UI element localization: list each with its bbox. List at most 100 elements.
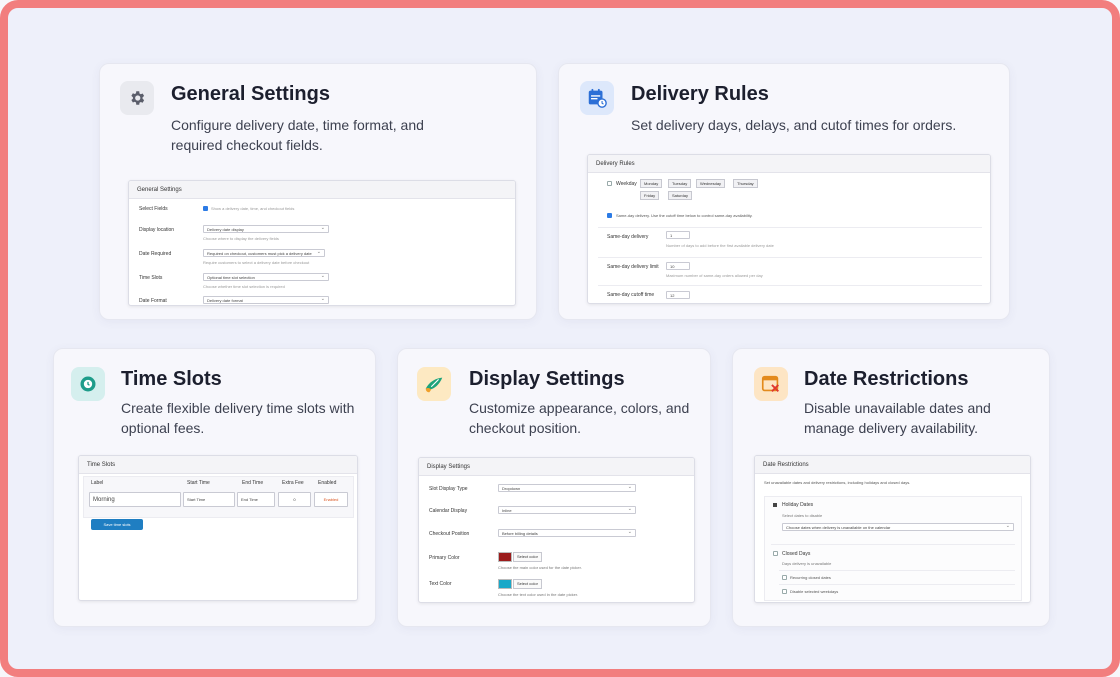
recurring-dates-checkbox[interactable] bbox=[782, 575, 787, 580]
text-color-swatch[interactable] bbox=[498, 579, 512, 589]
gear-icon-badge bbox=[120, 81, 154, 115]
weekday-disable-checkbox[interactable] bbox=[782, 589, 787, 594]
field-label: Date Format bbox=[139, 298, 167, 304]
time-slots-card: Time Slots Create flexible delivery time… bbox=[53, 348, 376, 627]
select-text-color-button[interactable]: Select color bbox=[513, 579, 542, 589]
time-slots-select[interactable]: Optional time slot selection bbox=[203, 273, 329, 281]
preview-header: General Settings bbox=[129, 181, 515, 199]
select-fields-checkbox[interactable] bbox=[203, 206, 208, 211]
extra-fee-input[interactable]: 0 bbox=[278, 492, 311, 507]
preview-header: Delivery Rules bbox=[588, 155, 990, 173]
delivery-rules-card: Delivery Rules Set delivery days, delays… bbox=[558, 63, 1010, 320]
date-required-select[interactable]: Required on checkout, customers must pic… bbox=[203, 249, 325, 257]
card-title: Display Settings bbox=[469, 368, 625, 390]
preview-header: Time Slots bbox=[79, 456, 357, 474]
calendar-x-icon-badge bbox=[754, 367, 788, 401]
paint-brush-icon-badge bbox=[417, 367, 451, 401]
card-description: Customize appearance, colors, and checko… bbox=[469, 400, 690, 436]
slot-display-select[interactable]: Dropdown bbox=[498, 484, 636, 492]
checkout-position-select[interactable]: Before billing details bbox=[498, 529, 636, 537]
field-label: Select Fields bbox=[139, 206, 168, 212]
card-description: Disable unavailable dates and manage del… bbox=[804, 400, 991, 436]
field-help: Require customers to select a delivery d… bbox=[203, 260, 310, 265]
field-value: Show a delivery date, time, and checkout… bbox=[211, 206, 295, 211]
list-item: Recurring closed dates bbox=[790, 575, 831, 580]
gear-icon bbox=[131, 91, 145, 105]
calendar-x-icon bbox=[761, 375, 779, 392]
date-format-select[interactable]: Delivery date format bbox=[203, 296, 329, 304]
day-chip[interactable]: Friday bbox=[640, 191, 660, 200]
field-label: Slot Display Type bbox=[429, 486, 468, 492]
date-restrictions-card: Date Restrictions Disable unavailable da… bbox=[732, 348, 1050, 627]
list-item: Disable selected weekdays bbox=[790, 589, 839, 594]
column-header: Enabled bbox=[318, 480, 337, 486]
field-help: Choose where to display the delivery fie… bbox=[203, 236, 279, 241]
card-title: Date Restrictions bbox=[804, 368, 969, 390]
display-settings-card: Display Settings Customize appearance, c… bbox=[397, 348, 711, 627]
field-label: Primary Color bbox=[429, 555, 460, 561]
section-subtitle: Select dates to disable bbox=[782, 513, 823, 518]
field-help: Maximum number of same-day orders allowe… bbox=[666, 273, 763, 278]
day-chip[interactable]: Saturday bbox=[668, 191, 693, 200]
same-day-checkbox[interactable] bbox=[607, 213, 612, 218]
column-header: Label bbox=[91, 480, 104, 486]
same-day-text: Same-day delivery. Use the cutoff time b… bbox=[616, 213, 753, 218]
day-chip[interactable]: Monday bbox=[640, 179, 663, 188]
day-chip[interactable]: Wednesday bbox=[696, 179, 726, 188]
field-label: Same-day cutoff time bbox=[607, 292, 655, 298]
showcase-frame: General Settings Configure delivery date… bbox=[0, 0, 1120, 677]
calendar-display-select[interactable]: Inline bbox=[498, 506, 636, 514]
calendar-clock-icon-badge bbox=[580, 81, 614, 115]
save-time-slots-button[interactable]: Save time slots bbox=[91, 519, 143, 530]
cutoff-time-input[interactable]: 12 bbox=[666, 291, 690, 299]
day-chip[interactable]: Tuesday bbox=[668, 179, 692, 188]
display-settings-preview: Display Settings Slot Display Type Dropd… bbox=[418, 457, 695, 603]
date-restrictions-preview: Date Restrictions Set unavailable dates … bbox=[754, 455, 1031, 603]
primary-color-swatch[interactable] bbox=[498, 552, 512, 562]
closed-days-checkbox[interactable] bbox=[773, 551, 778, 556]
column-header: End Time bbox=[242, 480, 264, 486]
weekday-checkbox[interactable] bbox=[607, 181, 612, 186]
display-location-select[interactable]: Delivery date display bbox=[203, 225, 329, 233]
general-settings-card: General Settings Configure delivery date… bbox=[99, 63, 537, 320]
field-label: Calendar Display bbox=[429, 508, 468, 514]
intro-text: Set unavailable dates and delivery restr… bbox=[764, 480, 911, 485]
field-label: Date Required bbox=[139, 251, 172, 257]
field-label: Display location bbox=[139, 227, 175, 233]
delivery-delay-input[interactable]: 1 bbox=[666, 231, 690, 239]
enabled-toggle[interactable]: Enabled bbox=[314, 492, 348, 507]
slot-label-input[interactable]: Morning bbox=[89, 492, 181, 507]
weekday-label: Weekday bbox=[616, 181, 637, 187]
clock-icon bbox=[80, 376, 96, 392]
paint-brush-icon bbox=[425, 377, 443, 393]
card-title: Time Slots bbox=[121, 368, 222, 390]
start-time-input[interactable]: Start Time bbox=[183, 492, 235, 507]
card-title: Delivery Rules bbox=[631, 83, 769, 105]
holiday-dates-field[interactable]: Choose dates when delivery is unavailabl… bbox=[782, 523, 1014, 531]
field-help: Number of days to add before the first a… bbox=[666, 243, 774, 248]
column-header: Extra Fee bbox=[282, 480, 304, 486]
field-help: Choose whether time slot selection is re… bbox=[203, 284, 285, 289]
section-title: Holiday Dates bbox=[782, 502, 814, 508]
section-title: Closed Days bbox=[782, 551, 811, 557]
time-slots-preview: Time Slots Label Start Time End Time Ext… bbox=[78, 455, 358, 601]
delivery-rules-preview: Delivery Rules Weekday Monday Tuesday We… bbox=[587, 154, 991, 304]
day-chip[interactable]: Thursday bbox=[733, 179, 758, 188]
column-header: Start Time bbox=[187, 480, 210, 486]
card-description: Set delivery days, delays, and cutof tim… bbox=[631, 117, 957, 133]
end-time-input[interactable]: End Time bbox=[237, 492, 275, 507]
field-label: Time Slots bbox=[139, 275, 163, 281]
field-label: Checkout Position bbox=[429, 531, 470, 537]
select-primary-color-button[interactable]: Select color bbox=[513, 552, 542, 562]
calendar-clock-icon bbox=[588, 88, 607, 108]
card-description: Create flexible delivery time slots with… bbox=[121, 400, 355, 436]
section-subtitle: Days delivery is unavailable bbox=[782, 561, 832, 566]
card-description: Configure delivery date, time format, an… bbox=[171, 117, 424, 153]
preview-header: Display Settings bbox=[419, 458, 694, 476]
general-settings-preview: General Settings Select Fields Show a de… bbox=[128, 180, 516, 306]
field-label: Text Color bbox=[429, 581, 452, 587]
card-title: General Settings bbox=[171, 83, 330, 105]
preview-header: Date Restrictions bbox=[755, 456, 1030, 474]
same-day-limit-input[interactable]: 10 bbox=[666, 262, 690, 270]
field-help: Choose the text color used in the date p… bbox=[498, 592, 579, 597]
